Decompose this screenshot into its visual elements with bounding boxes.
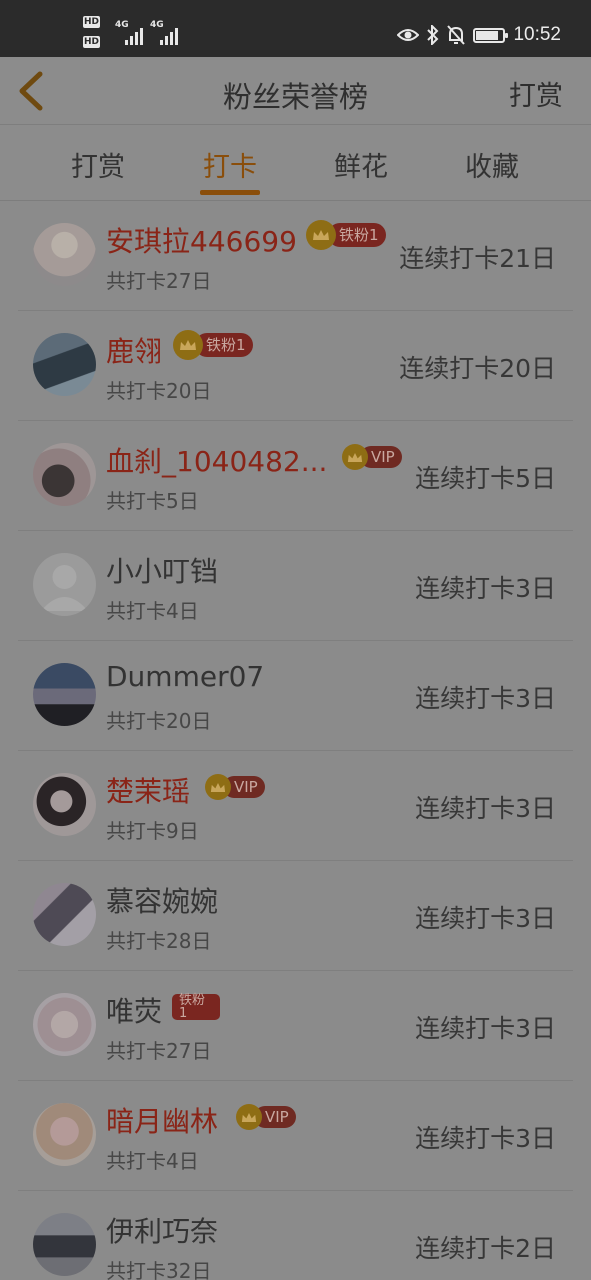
checkin-streak: 连续打卡3日 [415,1124,556,1153]
status-icons: 10:52 [397,20,561,50]
checkin-streak: 连续打卡2日 [415,1234,556,1263]
fan-level-badge: 铁粉1 [172,994,220,1020]
avatar[interactable] [33,883,96,946]
total-checkins: 共打卡5日 [106,489,199,513]
list-item[interactable]: Dummer07 共打卡20日 连续打卡3日 [0,641,591,751]
tab-favorites[interactable]: 收藏 [452,145,532,184]
checkin-streak: 连续打卡20日 [399,354,556,383]
list-item[interactable]: 楚茉瑶 VIP 共打卡9日 连续打卡3日 [0,751,591,861]
user-name: 慕容婉婉 [106,885,219,918]
checkin-streak: 连续打卡3日 [415,1014,556,1043]
page-title: 粉丝荣誉榜 [222,80,368,114]
fan-level-badge: 铁粉1 [306,220,386,250]
avatar[interactable] [33,773,96,836]
total-checkins: 共打卡20日 [106,709,212,733]
total-checkins: 共打卡4日 [106,599,199,623]
total-checkins: 共打卡28日 [106,929,212,953]
crown-icon [173,330,203,360]
crown-icon [342,444,368,470]
crown-icon [236,1104,262,1130]
hd-indicator-2: HD [83,36,101,48]
tab-checkin[interactable]: 打卡 [190,145,270,184]
list-item[interactable]: 安琪拉446699 铁粉1 共打卡27日 连续打卡21日 [0,201,591,311]
avatar[interactable] [33,443,96,506]
list-item[interactable]: 暗月幽林 VIP 共打卡4日 连续打卡3日 [0,1081,591,1191]
list-item[interactable]: 唯荧 铁粉1 共打卡27日 连续打卡3日 [0,971,591,1081]
fan-level-badge: 铁粉1 [173,330,253,360]
signal-icon-2: 4G [150,20,184,45]
user-name: 伊利巧奈 [106,1215,219,1248]
eye-icon [397,29,420,41]
list-item[interactable]: 小小叮铛 共打卡4日 连续打卡3日 [0,531,591,641]
active-tab-indicator [200,190,260,195]
user-name: Dummer07 [106,660,265,693]
checkin-streak: 连续打卡5日 [415,464,556,493]
avatar[interactable] [33,223,96,286]
user-name: 唯荧 [106,995,163,1028]
list-item[interactable]: 伊利巧奈 共打卡32日 连续打卡2日 [0,1191,591,1280]
total-checkins: 共打卡20日 [106,379,212,403]
avatar[interactable] [33,333,96,396]
tab-flowers[interactable]: 鲜花 [321,145,401,184]
crown-icon [205,774,231,800]
total-checkins: 共打卡27日 [106,1039,212,1063]
avatar[interactable] [33,1103,96,1166]
avatar[interactable] [33,1213,96,1276]
user-name: 鹿翎 [106,335,163,368]
list-item[interactable]: 血刹_1040482... VIP 共打卡5日 连续打卡5日 [0,421,591,531]
battery-icon [473,27,509,43]
user-name: 小小叮铛 [106,555,219,588]
checkin-streak: 连续打卡3日 [415,794,556,823]
total-checkins: 共打卡32日 [106,1259,212,1280]
clock: 10:52 [513,24,561,45]
checkin-streak: 连续打卡3日 [415,684,556,713]
vip-badge: VIP [236,1104,296,1130]
signal-icon-1: 4G [115,20,149,45]
checkin-streak: 连续打卡3日 [415,574,556,603]
bluetooth-icon [427,25,439,45]
user-name: 血刹_1040482... [106,445,328,478]
vip-badge: VIP [205,774,265,800]
list-item[interactable]: 慕容婉婉 共打卡28日 连续打卡3日 [0,861,591,971]
total-checkins: 共打卡9日 [106,819,199,843]
crown-icon [306,220,336,250]
status-bar: HD HD 4G 4G 10:52 [0,0,591,57]
total-checkins: 共打卡4日 [106,1149,199,1173]
total-checkins: 共打卡27日 [106,269,212,293]
tab-reward[interactable]: 打赏 [58,145,138,184]
vip-badge: VIP [342,444,402,470]
avatar[interactable] [33,663,96,726]
checkin-streak: 连续打卡21日 [399,244,556,273]
user-name: 暗月幽林 [106,1105,219,1138]
checkin-streak: 连续打卡3日 [415,904,556,933]
user-name: 安琪拉446699 [106,225,297,258]
reward-button[interactable]: 打赏 [509,74,563,113]
list-item[interactable]: 鹿翎 铁粉1 共打卡20日 连续打卡20日 [0,311,591,421]
hd-indicator-1: HD [83,16,101,28]
user-name: 楚茉瑶 [106,775,191,808]
signal-group: HD HD 4G 4G [83,16,193,50]
tab-bar: 打赏 打卡 鲜花 收藏 [0,125,591,201]
default-avatar-icon[interactable] [33,553,96,616]
top-navigation-bar: 粉丝荣誉榜 打赏 [0,57,591,125]
avatar[interactable] [33,993,96,1056]
mute-bell-icon [447,25,466,45]
